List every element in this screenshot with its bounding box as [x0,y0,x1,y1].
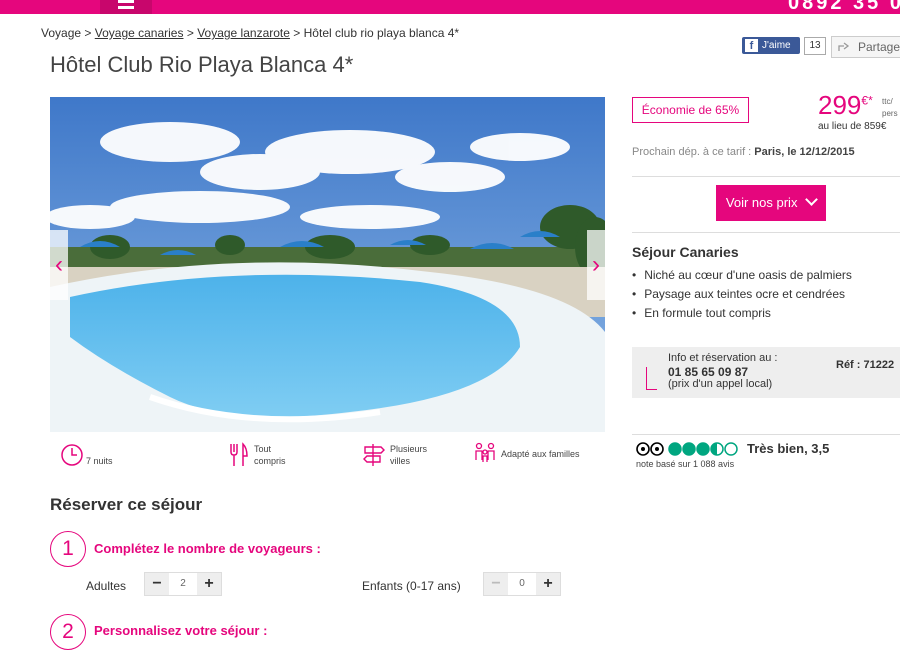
chevron-down-icon [805,193,818,206]
feature-family-label: Adapté aux familles [501,449,580,459]
old-price: au lieu de 859€ [818,121,887,132]
hotel-photo [50,97,605,432]
page-title: Hôtel Club Rio Playa Blanca 4* [50,52,354,77]
facebook-icon: f [745,39,758,52]
menu-button[interactable] [100,0,152,14]
clock-icon [61,444,83,466]
reference: Réf : 71222 [836,359,895,371]
step-1-number: 1 [50,531,86,567]
children-decrement-button[interactable]: − [484,573,508,595]
photo-prev-arrow[interactable]: ‹ [50,230,68,300]
info-phone[interactable]: 01 85 65 09 87 [668,365,748,379]
breadcrumb-separator: > [84,26,92,40]
breadcrumb-home[interactable]: Voyage [41,26,81,40]
see-prices-button[interactable]: Voir nos prix [716,185,826,221]
breadcrumb: Voyage > Voyage canaries > Voyage lanzar… [41,26,459,40]
like-count: 13 [804,37,826,55]
family-icon [475,442,495,462]
children-label: Enfants (0-17 ans) [362,579,461,593]
breadcrumb-separator: > [186,26,194,40]
step-1-title: Complétez le nombre de voyageurs : [94,541,321,556]
feature-family: Adapté aux familles [474,442,584,472]
rating-bubble [668,442,682,456]
facebook-like-button[interactable]: f J'aime [742,37,800,54]
like-label: J'aime [762,40,791,51]
breadcrumb-separator: > [293,26,301,40]
info-note: (prix d'un appel local) [668,378,773,390]
next-departure: Prochain dép. à ce tarif : Paris, le 12/… [632,146,855,158]
next-departure-value: Paris, le 12/12/2015 [754,146,855,158]
list-item: Paysage aux teintes ocre et cendrées [632,285,852,304]
header-phone: 0892 35 07 [788,0,900,14]
photo-next-arrow[interactable]: › [587,230,605,300]
divider [632,176,900,177]
list-item: Niché au cœur d'une oasis de palmiers [632,266,852,285]
hamburger-icon [118,0,134,9]
children-value: 0 [508,573,536,595]
divider [632,232,900,233]
share-label: Partager [858,40,900,54]
children-increment-button[interactable]: + [536,573,560,595]
step-2-title: Personnalisez votre séjour : [94,623,268,638]
adults-stepper: − 2 + [144,572,222,596]
feature-multi-city-line1: Plusieurs [390,444,428,454]
savings-badge: Économie de 65% [632,97,749,123]
divider [632,434,900,435]
step-2-number: 2 [50,614,86,650]
price: 299€* [818,90,873,121]
feature-all-inclusive: Tout compris [228,442,308,472]
next-departure-label: Prochain dép. à ce tarif : [632,146,752,158]
info-label: Info et réservation au : [668,352,778,364]
cutlery-icon [230,442,248,466]
rating-bubble [724,442,738,456]
tripadvisor-owl-icon [636,442,664,456]
adults-label: Adultes [86,579,127,593]
adults-value: 2 [169,573,197,595]
feature-all-inclusive-line1: Tout [254,444,272,454]
sejour-title: Séjour Canaries [632,244,739,260]
children-stepper: − 0 + [483,572,561,596]
tripadvisor-review-count: note basé sur 1 088 avis [636,459,735,469]
feature-nights: 7 nuits [60,442,140,472]
feature-multi-city: Plusieurs villes [362,442,452,472]
rating-bubble [696,442,710,456]
breadcrumb-lanzarote-link[interactable]: Voyage lanzarote [197,26,290,40]
signpost-icon [363,444,385,466]
phone-icon [646,367,657,390]
share-button[interactable]: Partager [831,36,900,58]
breadcrumb-canaries-link[interactable]: Voyage canaries [95,26,184,40]
rating-bubbles [668,442,738,456]
rating-bubble [682,442,696,456]
feature-nights-label: 7 nuits [86,456,113,466]
booking-title: Réserver ce séjour [50,495,203,514]
list-item: En formule tout compris [632,304,852,323]
price-unit-line1: ttc/ [882,97,893,106]
tripadvisor-rating-text: Très bien, 3,5 [747,441,830,456]
adults-increment-button[interactable]: + [197,573,221,595]
highlights-list: Niché au cœur d'une oasis de palmiers Pa… [632,266,852,323]
tripadvisor-rating [636,442,738,456]
breadcrumb-current: Hôtel club rio playa blanca 4* [303,26,460,40]
share-icon [838,42,850,51]
feature-multi-city-line2: villes [390,456,411,466]
price-currency: €* [861,93,873,108]
price-unit-line2: pers [882,109,898,118]
adults-decrement-button[interactable]: − [145,573,169,595]
price-value: 299 [818,90,862,120]
see-prices-label: Voir nos prix [725,195,798,210]
feature-all-inclusive-line2: compris [254,456,286,466]
price-unit: ttc/ pers [882,96,898,120]
